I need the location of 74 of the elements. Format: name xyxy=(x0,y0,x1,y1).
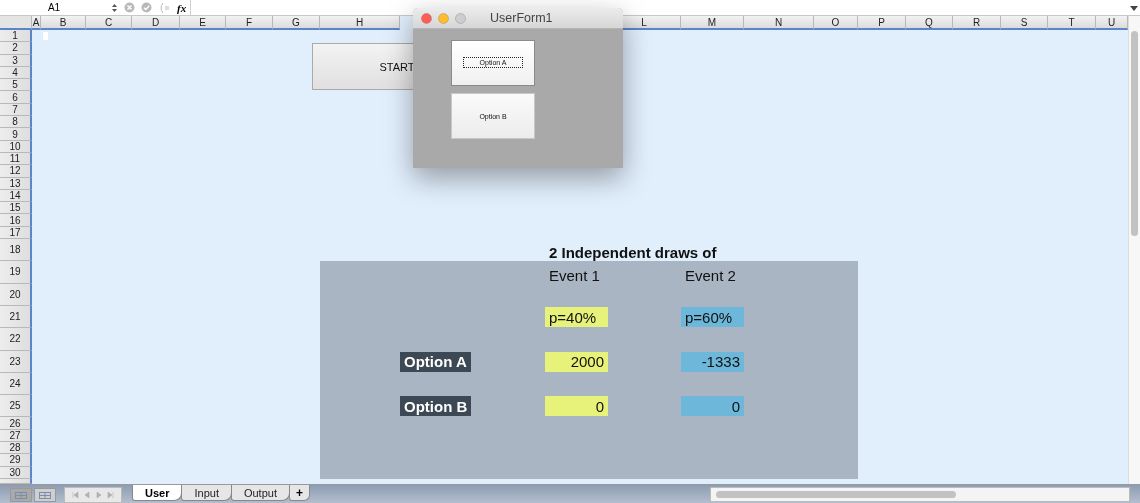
fx-label[interactable]: fx xyxy=(177,1,187,14)
row-header[interactable]: 23 xyxy=(0,350,32,373)
column-header[interactable]: M xyxy=(681,16,744,30)
cancel-icon[interactable] xyxy=(124,2,135,13)
column-header[interactable]: P xyxy=(858,16,906,30)
column-heading: Event 2 xyxy=(684,265,737,284)
column-header[interactable]: B xyxy=(41,16,86,30)
row-header[interactable]: 29 xyxy=(0,454,32,467)
first-sheet-icon[interactable] xyxy=(71,491,79,499)
name-box[interactable]: A1 xyxy=(0,2,108,13)
column-header[interactable]: C xyxy=(86,16,132,30)
minimize-button[interactable] xyxy=(438,12,449,24)
row-header[interactable]: 8 xyxy=(0,116,32,129)
select-all-corner[interactable] xyxy=(0,16,32,30)
grid-icon xyxy=(15,491,27,499)
probability-cell: p=40% xyxy=(545,306,608,328)
grid-icon xyxy=(39,491,51,499)
stepper-icon[interactable] xyxy=(111,2,118,13)
column-header[interactable]: U xyxy=(1096,16,1128,30)
row-header[interactable]: 28 xyxy=(0,442,32,455)
row-header[interactable]: 1 xyxy=(0,30,32,43)
row-header[interactable]: 12 xyxy=(0,165,32,178)
option-label: Option A xyxy=(400,351,471,372)
vertical-scrollbar[interactable] xyxy=(1128,16,1140,484)
sheet-tab[interactable]: User xyxy=(132,485,183,501)
row-header[interactable]: 2 xyxy=(0,42,32,55)
row-header[interactable]: 16 xyxy=(0,214,32,227)
row-header[interactable]: 19 xyxy=(0,261,32,284)
expand-icon[interactable] xyxy=(1128,3,1140,12)
table-title: 2 Independent draws of xyxy=(548,243,718,262)
row-header[interactable]: 22 xyxy=(0,328,32,351)
value-cell: -1333 xyxy=(681,351,744,372)
zoom-button[interactable] xyxy=(455,12,466,24)
probability-cell: p=60% xyxy=(681,306,744,328)
column-heading: Event 1 xyxy=(548,265,601,284)
row-header[interactable]: 25 xyxy=(0,395,32,418)
column-header[interactable]: T xyxy=(1048,16,1096,30)
check-icon[interactable] xyxy=(141,2,152,13)
normal-view-button[interactable] xyxy=(10,488,32,502)
row-header[interactable]: 20 xyxy=(0,283,32,306)
sheet-tab[interactable]: Output xyxy=(230,485,290,501)
value-cell: 0 xyxy=(681,396,744,417)
column-header[interactable]: O xyxy=(814,16,858,30)
row-header[interactable]: 26 xyxy=(0,417,32,430)
column-header[interactable]: F xyxy=(226,16,273,30)
row-header[interactable]: 21 xyxy=(0,305,32,329)
add-sheet-button[interactable]: + xyxy=(288,485,310,501)
column-header[interactable]: N xyxy=(744,16,814,30)
row-header[interactable]: 18 xyxy=(0,239,32,262)
column-header[interactable]: R xyxy=(953,16,1001,30)
sheet-tab[interactable]: Input xyxy=(181,485,232,501)
next-sheet-icon[interactable] xyxy=(95,491,103,499)
value-cell: 2000 xyxy=(545,351,608,372)
row-header[interactable]: 9 xyxy=(0,128,32,141)
row-header[interactable]: 15 xyxy=(0,202,32,215)
active-cell[interactable] xyxy=(43,32,48,40)
row-header[interactable]: 5 xyxy=(0,79,32,92)
page-layout-button[interactable] xyxy=(34,488,56,502)
column-header[interactable]: D xyxy=(132,16,180,30)
horizontal-scrollbar[interactable] xyxy=(710,487,1130,502)
row-header[interactable]: 6 xyxy=(0,91,32,104)
last-sheet-icon[interactable] xyxy=(107,491,115,499)
column-header[interactable]: E xyxy=(180,16,226,30)
column-header[interactable]: S xyxy=(1001,16,1048,30)
window-title: UserForm1 xyxy=(490,11,553,25)
close-button[interactable] xyxy=(421,12,432,24)
function-icon[interactable] xyxy=(158,1,170,14)
row-header[interactable]: 24 xyxy=(0,372,32,396)
option-label: Option B xyxy=(400,396,472,417)
previous-sheet-icon[interactable] xyxy=(83,491,91,499)
column-header[interactable]: Q xyxy=(906,16,953,30)
column-header[interactable]: H xyxy=(320,16,400,30)
column-header[interactable]: G xyxy=(273,16,320,30)
value-cell: 0 xyxy=(545,396,608,417)
